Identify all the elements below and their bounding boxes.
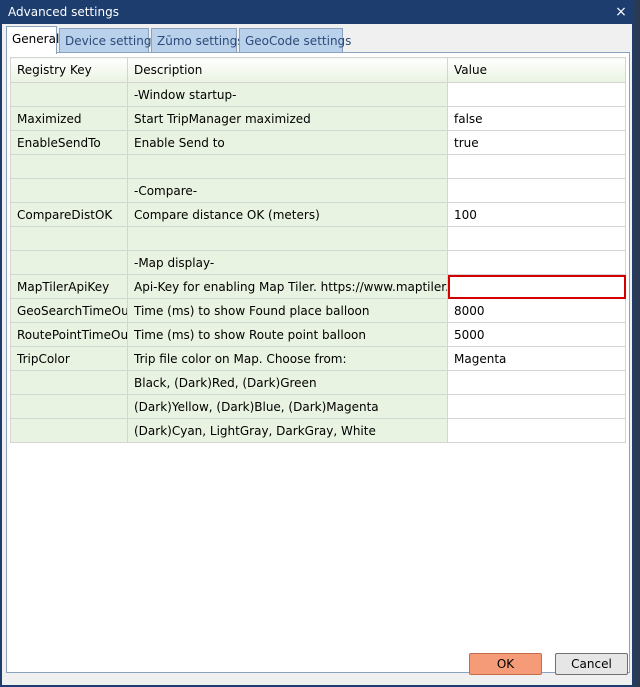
- table-row[interactable]: MapTilerApiKey Api-Key for enabling Map T…: [10, 274, 626, 299]
- value-cell[interactable]: [447, 226, 626, 251]
- value-cell[interactable]: 100: [447, 202, 626, 227]
- registry-key-cell: MapTilerApiKey: [10, 274, 128, 299]
- registry-key-cell: [10, 154, 128, 179]
- description-cell: Time (ms) to show Route point balloon: [127, 322, 448, 347]
- cancel-button[interactable]: Cancel: [555, 653, 628, 675]
- description-cell: -Map display-: [127, 250, 448, 275]
- registry-key-cell: RoutePointTimeOut: [10, 322, 128, 347]
- description-cell: Api-Key for enabling Map Tiler. https://…: [127, 274, 448, 299]
- value-cell[interactable]: true: [447, 130, 626, 155]
- table-row[interactable]: [10, 154, 626, 179]
- value-cell[interactable]: Magenta: [447, 346, 626, 371]
- registry-key-cell: [10, 178, 128, 203]
- registry-key-cell: TripColor: [10, 346, 128, 371]
- description-cell: Time (ms) to show Found place balloon: [127, 298, 448, 323]
- registry-key-cell: [10, 250, 128, 275]
- value-cell[interactable]: [447, 418, 626, 443]
- tab-general[interactable]: General: [6, 26, 59, 54]
- column-header-description[interactable]: Description: [127, 57, 448, 83]
- value-cell[interactable]: [447, 154, 626, 179]
- description-cell: Start TripManager maximized: [127, 106, 448, 131]
- table-row[interactable]: (Dark)Yellow, (Dark)Blue, (Dark)Magenta: [10, 394, 626, 419]
- tab-device-settings[interactable]: Device settings: [59, 28, 158, 52]
- registry-key-cell: GeoSearchTimeOut: [10, 298, 128, 323]
- table-row[interactable]: -Compare-: [10, 178, 626, 203]
- description-cell: (Dark)Cyan, LightGray, DarkGray, White: [127, 418, 448, 443]
- column-header-value[interactable]: Value: [447, 57, 626, 83]
- window-title: Advanced settings: [8, 5, 119, 19]
- title-bar[interactable]: Advanced settings ×: [0, 0, 634, 24]
- table-row[interactable]: CompareDistOK Compare distance OK (meters…: [10, 202, 626, 227]
- close-icon[interactable]: ×: [612, 3, 630, 21]
- tab-zumo-settings[interactable]: Zūmo settings: [151, 28, 244, 52]
- table-row[interactable]: Maximized Start TripManager maximized fals…: [10, 106, 626, 131]
- value-cell[interactable]: 5000: [447, 322, 626, 347]
- registry-key-cell: [10, 370, 128, 395]
- table-row[interactable]: (Dark)Cyan, LightGray, DarkGray, White: [10, 418, 626, 443]
- description-cell: (Dark)Yellow, (Dark)Blue, (Dark)Magenta: [127, 394, 448, 419]
- table-row[interactable]: Black, (Dark)Red, (Dark)Green: [10, 370, 626, 395]
- value-cell[interactable]: [447, 178, 626, 203]
- table-row[interactable]: TripColor Trip file color on Map. Choose …: [10, 346, 626, 371]
- registry-key-cell: [10, 418, 128, 443]
- description-cell: -Compare-: [127, 178, 448, 203]
- registry-key-cell: EnableSendTo: [10, 130, 128, 155]
- ok-button[interactable]: OK: [469, 653, 542, 675]
- value-cell[interactable]: [447, 82, 626, 107]
- table-row[interactable]: -Window startup-: [10, 82, 626, 107]
- description-cell: Compare distance OK (meters): [127, 202, 448, 227]
- description-cell: [127, 226, 448, 251]
- column-header-registry-key[interactable]: Registry Key: [10, 57, 128, 83]
- description-cell: Trip file color on Map. Choose from:: [127, 346, 448, 371]
- value-cell[interactable]: [447, 250, 626, 275]
- tab-geocode-settings[interactable]: GeoCode settings: [239, 28, 351, 52]
- description-cell: -Window startup-: [127, 82, 448, 107]
- table-row[interactable]: RoutePointTimeOut Time (ms) to show Route…: [10, 322, 626, 347]
- registry-key-cell: [10, 82, 128, 107]
- description-cell: Enable Send to: [127, 130, 448, 155]
- registry-key-cell: [10, 226, 128, 251]
- general-panel: Registry Key Description Value -Window s…: [6, 52, 630, 673]
- dialog-client: General Device settings Zūmo settings Ge…: [2, 24, 632, 685]
- settings-grid: Registry Key Description Value -Window s…: [10, 57, 626, 443]
- registry-key-cell: Maximized: [10, 106, 128, 131]
- advanced-settings-window: Advanced settings × General Device setti…: [0, 0, 634, 687]
- description-cell: Black, (Dark)Red, (Dark)Green: [127, 370, 448, 395]
- value-cell[interactable]: false: [447, 106, 626, 131]
- value-cell[interactable]: 8000: [447, 298, 626, 323]
- registry-key-cell: CompareDistOK: [10, 202, 128, 227]
- description-cell: [127, 154, 448, 179]
- value-cell[interactable]: [447, 394, 626, 419]
- table-row[interactable]: [10, 226, 626, 251]
- table-row[interactable]: EnableSendTo Enable Send to true: [10, 130, 626, 155]
- value-cell[interactable]: [447, 370, 626, 395]
- registry-key-cell: [10, 394, 128, 419]
- table-row[interactable]: GeoSearchTimeOut Time (ms) to show Found …: [10, 298, 626, 323]
- table-row[interactable]: -Map display-: [10, 250, 626, 275]
- header-row: Registry Key Description Value: [10, 57, 626, 83]
- value-cell[interactable]: [447, 274, 626, 299]
